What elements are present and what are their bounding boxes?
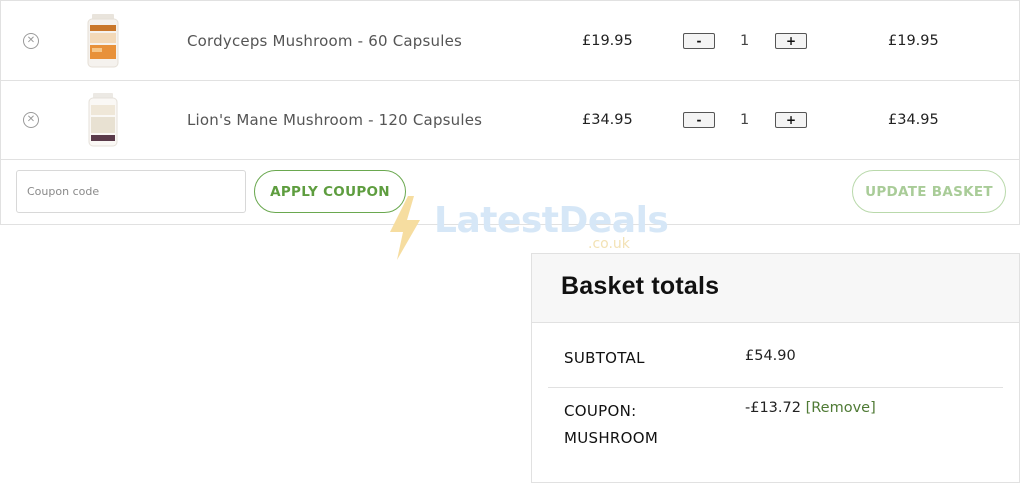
basket-totals-panel: Basket totals SUBTOTAL £54.90 COUPON: MU…	[531, 253, 1020, 483]
coupon-discount-value: -£13.72	[745, 400, 801, 416]
cart-row: ✕ Lion's Mane Mushroom - 120 Capsules £3…	[1, 81, 1019, 160]
line-subtotal: £34.95	[888, 112, 939, 128]
remove-item-icon[interactable]: ✕	[23, 32, 39, 49]
product-price: £34.95	[582, 112, 633, 128]
cart-row: ✕ Cordyceps Mushroom - 60 Capsules £19.9…	[1, 0, 1019, 81]
product-thumbnail-lions-mane[interactable]	[83, 91, 123, 149]
quantity-decrease-button[interactable]: -	[683, 112, 715, 128]
watermark-subtext: .co.uk	[588, 236, 630, 252]
basket-totals-title: Basket totals	[561, 272, 720, 300]
cart-table: ✕ Cordyceps Mushroom - 60 Capsules £19.9…	[0, 0, 1020, 225]
product-name-link[interactable]: Cordyceps Mushroom - 60 Capsules	[187, 32, 462, 50]
remove-coupon-link[interactable]: [Remove]	[806, 400, 876, 416]
quantity-increase-button[interactable]: +	[775, 112, 807, 128]
subtotal-value: £54.90	[745, 348, 796, 364]
product-price: £19.95	[582, 32, 633, 49]
product-thumbnail-cordyceps[interactable]	[83, 12, 123, 70]
coupon-actions: APPLY COUPON UPDATE BASKET	[1, 160, 1019, 224]
quantity-increase-button[interactable]: +	[775, 32, 807, 49]
apply-coupon-button[interactable]: APPLY COUPON	[254, 170, 406, 213]
coupon-code-input[interactable]	[16, 170, 246, 213]
coupon-label: COUPON: MUSHROOM	[564, 402, 659, 447]
update-basket-button[interactable]: UPDATE BASKET	[852, 170, 1006, 213]
quantity-decrease-button[interactable]: -	[683, 32, 715, 49]
coupon-discount-row: COUPON: MUSHROOM -£13.72 [Remove]	[548, 388, 1003, 468]
subtotal-label: SUBTOTAL	[564, 349, 645, 367]
line-subtotal: £19.95	[888, 32, 939, 49]
product-name-link[interactable]: Lion's Mane Mushroom - 120 Capsules	[187, 111, 482, 129]
basket-totals-header: Basket totals	[532, 254, 1019, 323]
coupon-discount: -£13.72 [Remove]	[745, 400, 876, 416]
quantity-value[interactable]: 1	[740, 112, 749, 128]
remove-item-icon[interactable]: ✕	[23, 112, 39, 128]
quantity-value[interactable]: 1	[740, 33, 749, 49]
subtotal-row: SUBTOTAL £54.90	[548, 323, 1003, 388]
